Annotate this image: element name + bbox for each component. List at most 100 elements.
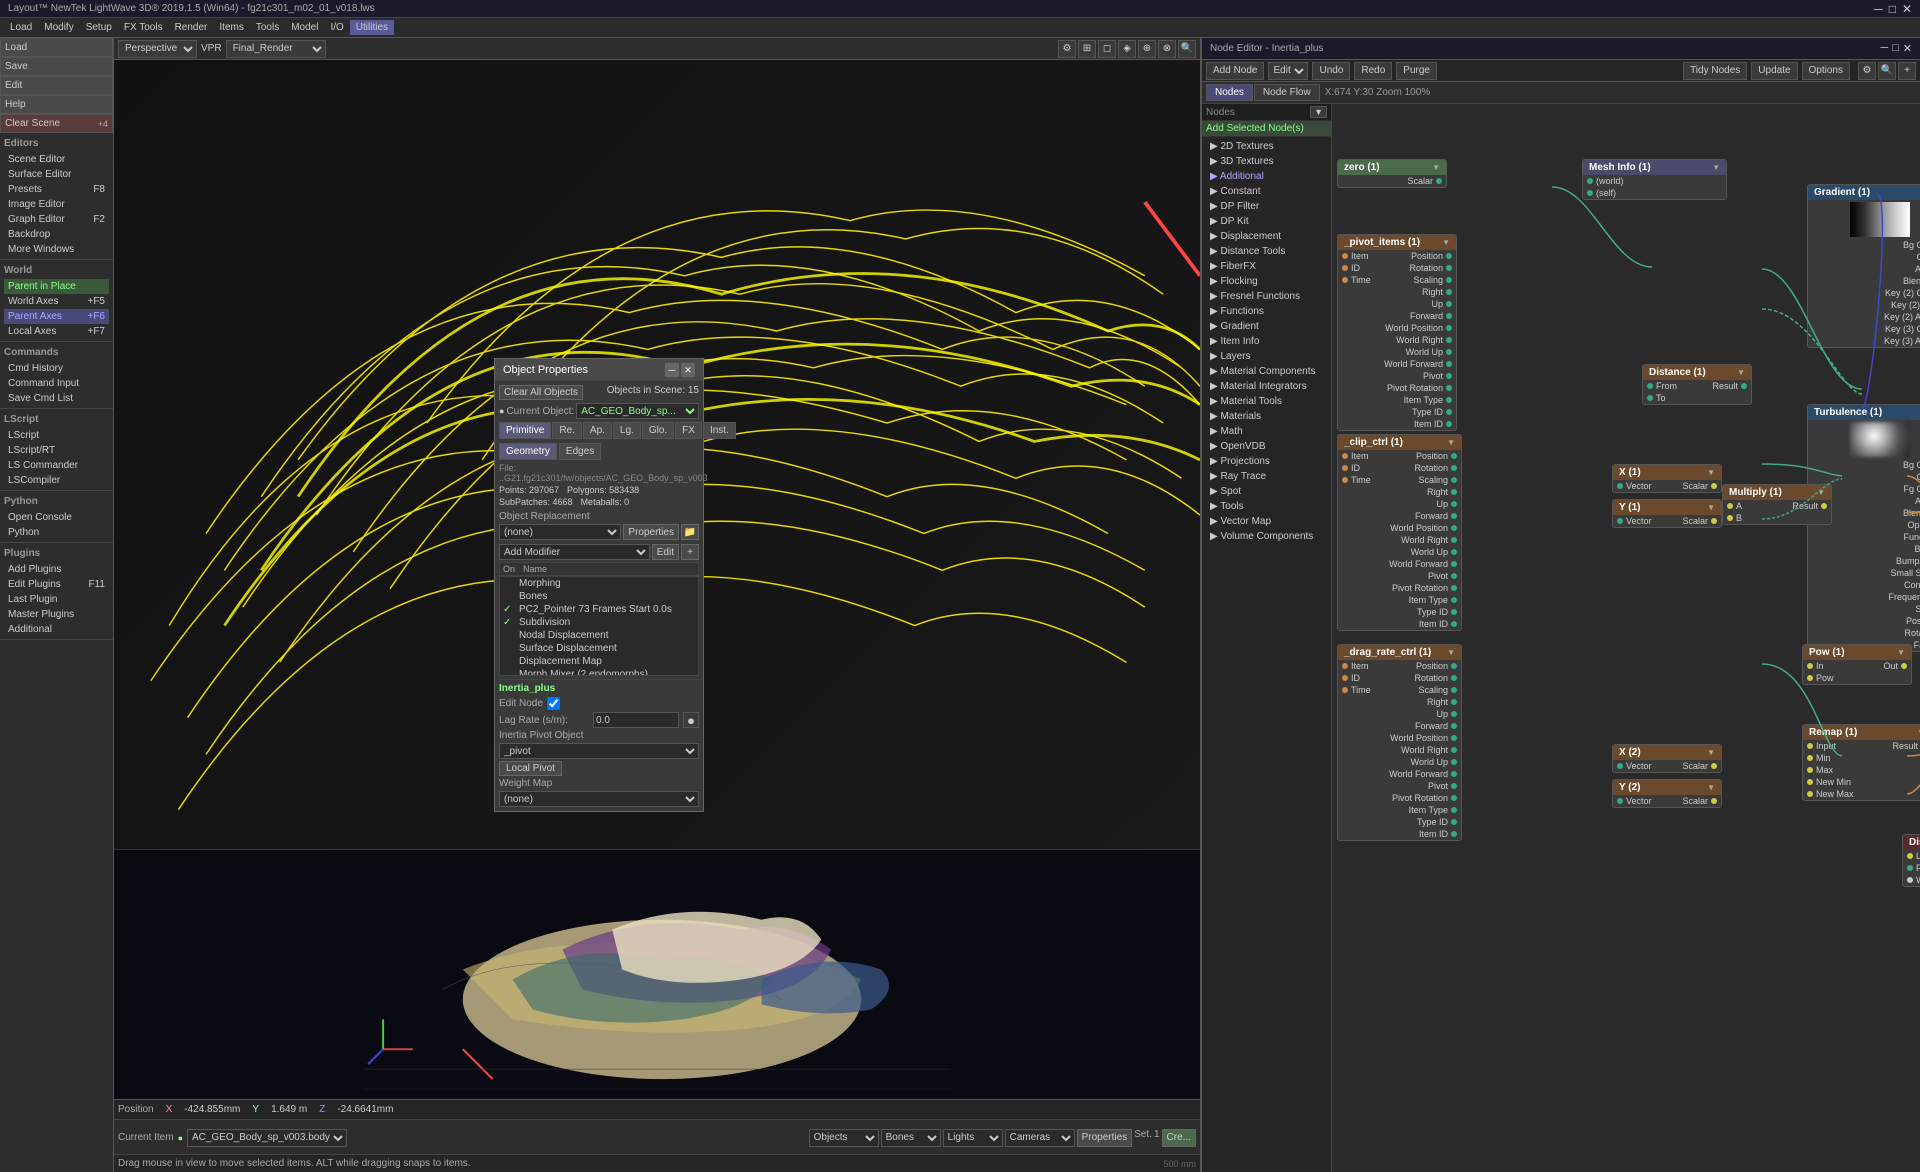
timeline-create-btn[interactable]: Cre... bbox=[1162, 1129, 1196, 1147]
sidebar-lscompiler[interactable]: LSCompiler bbox=[4, 473, 109, 488]
pivot-object-select[interactable]: _pivot bbox=[499, 743, 699, 759]
ne-cat-math[interactable]: ▶ Math bbox=[1202, 424, 1331, 439]
ne-redo-btn[interactable]: Redo bbox=[1354, 62, 1392, 80]
sidebar-command-input[interactable]: Command Input bbox=[4, 376, 109, 391]
tab-inst[interactable]: Inst. bbox=[703, 422, 736, 439]
ne-maximize-btn[interactable]: □ bbox=[1892, 42, 1899, 55]
menu-item-setup[interactable]: Setup bbox=[80, 20, 118, 35]
object-replacement-select[interactable]: (none) bbox=[499, 524, 621, 540]
ne-cat-tools[interactable]: ▶ Tools bbox=[1202, 499, 1331, 514]
render-mode-select[interactable]: Final_Render bbox=[226, 40, 326, 58]
modifier-pc2[interactable]: ✓ PC2_Pointer 73 Frames Start 0.0s bbox=[500, 603, 698, 616]
menu-item-fx-tools[interactable]: FX Tools bbox=[118, 20, 169, 35]
ne-cat-material-integrators[interactable]: ▶ Material Integrators bbox=[1202, 379, 1331, 394]
weight-map-select[interactable]: (none) bbox=[499, 791, 699, 807]
ne-cat-item-info[interactable]: ▶ Item Info bbox=[1202, 334, 1331, 349]
ne-cat-projections[interactable]: ▶ Projections bbox=[1202, 454, 1331, 469]
ne-cat-fresnel[interactable]: ▶ Fresnel Functions bbox=[1202, 289, 1331, 304]
ne-cat-dp-kit[interactable]: ▶ DP Kit bbox=[1202, 214, 1331, 229]
ne-tidy-nodes-btn[interactable]: Tidy Nodes bbox=[1683, 62, 1747, 80]
menu-item-tools[interactable]: Tools bbox=[250, 20, 285, 35]
sidebar-toolbar-save[interactable]: Save bbox=[0, 57, 113, 76]
ne-close-btn[interactable]: ✕ bbox=[1903, 42, 1912, 55]
current-item-select[interactable]: AC_GEO_Body_sp_v003.body bbox=[187, 1129, 347, 1147]
modifier-surface-displacement[interactable]: Surface Displacement bbox=[500, 642, 698, 655]
sidebar-toolbar-edit[interactable]: Edit bbox=[0, 76, 113, 95]
dialog-title-bar[interactable]: Object Properties ─ ✕ bbox=[495, 359, 703, 381]
ne-cat-vector-map[interactable]: ▶ Vector Map bbox=[1202, 514, 1331, 529]
ne-tab-nodeflow[interactable]: Node Flow bbox=[1254, 84, 1320, 101]
sidebar-graph-editor[interactable]: Graph EditorF2 bbox=[4, 212, 109, 227]
ne-minimize-btn[interactable]: ─ bbox=[1880, 42, 1888, 55]
tab-fx[interactable]: FX bbox=[675, 422, 702, 439]
vp-icon-7[interactable]: 🔍 bbox=[1178, 40, 1196, 58]
node-turbulence[interactable]: Turbulence (1) ▼ Bg Color Color Fg Color… bbox=[1807, 404, 1920, 652]
view-mode-select[interactable]: Perspective bbox=[118, 40, 197, 58]
ne-cat-volume-components[interactable]: ▶ Volume Components bbox=[1202, 529, 1331, 544]
ne-cat-spot[interactable]: ▶ Spot bbox=[1202, 484, 1331, 499]
modifier-nodal-displacement[interactable]: Nodal Displacement bbox=[500, 629, 698, 642]
ne-cat-flocking[interactable]: ▶ Flocking bbox=[1202, 274, 1331, 289]
menu-item-model[interactable]: Model bbox=[285, 20, 324, 35]
ne-cat-material-tools[interactable]: ▶ Material Tools bbox=[1202, 394, 1331, 409]
tab-lg[interactable]: Lg. bbox=[613, 422, 641, 439]
lag-rate-input[interactable] bbox=[593, 712, 679, 728]
node-zero[interactable]: zero (1) ▼ Scalar bbox=[1337, 159, 1447, 188]
minimize-btn[interactable]: ─ bbox=[1874, 2, 1883, 16]
node-remap[interactable]: Remap (1) ▼ InputResult Min Max New Min … bbox=[1802, 724, 1920, 801]
ne-cat-dp-filter[interactable]: ▶ DP Filter bbox=[1202, 199, 1331, 214]
node-multiply[interactable]: Multiply (1) ▼ AResult B bbox=[1722, 484, 1832, 525]
sidebar-cmd-history[interactable]: Cmd History bbox=[4, 361, 109, 376]
vp-icon-3[interactable]: ◻ bbox=[1098, 40, 1116, 58]
node-gradient[interactable]: Gradient (1) ▼ Bg Color Color Alpha Blen… bbox=[1807, 184, 1920, 348]
sidebar-presets[interactable]: PresetsF8 bbox=[4, 182, 109, 197]
node-pivot-items[interactable]: _pivot_items (1) ▼ ItemPosition IDRotati… bbox=[1337, 234, 1457, 431]
ne-cat-constant[interactable]: ▶ Constant bbox=[1202, 184, 1331, 199]
modifier-add-btn[interactable]: + bbox=[681, 544, 699, 560]
dialog-minimize-btn[interactable]: ─ bbox=[665, 363, 679, 377]
sidebar-world-axes[interactable]: World Axes+F5 bbox=[4, 294, 109, 309]
sidebar-parent-in-place[interactable]: Parent in Place bbox=[4, 279, 109, 294]
vp-icon-6[interactable]: ⊗ bbox=[1158, 40, 1176, 58]
menu-item-io[interactable]: I/O bbox=[324, 20, 349, 35]
properties-folder-btn[interactable]: 📁 bbox=[681, 524, 699, 540]
ne-cat-openvdb[interactable]: ▶ OpenVDB bbox=[1202, 439, 1331, 454]
tab-ap[interactable]: Ap. bbox=[583, 422, 612, 439]
ne-sidebar-collapse-btn[interactable]: ▼ bbox=[1310, 106, 1327, 118]
vp-icon-2[interactable]: ⊞ bbox=[1078, 40, 1096, 58]
node-y2[interactable]: Y (2) ▼ VectorScalar bbox=[1612, 779, 1722, 808]
ne-cat-distance-tools[interactable]: ▶ Distance Tools bbox=[1202, 244, 1331, 259]
ne-cat-gradient[interactable]: ▶ Gradient bbox=[1202, 319, 1331, 334]
vp-icon-4[interactable]: ◈ bbox=[1118, 40, 1136, 58]
node-x2[interactable]: X (2) ▼ VectorScalar bbox=[1612, 744, 1722, 773]
ne-cat-raytrace[interactable]: ▶ Ray Trace bbox=[1202, 469, 1331, 484]
lights-select[interactable]: Lights bbox=[943, 1129, 1003, 1147]
bones-select[interactable]: Bones bbox=[881, 1129, 941, 1147]
sidebar-edit-plugins[interactable]: Edit PluginsF11 bbox=[4, 577, 109, 592]
dialog-close-btn[interactable]: ✕ bbox=[681, 363, 695, 377]
tab-re[interactable]: Re. bbox=[552, 422, 582, 439]
local-pivot-btn[interactable]: Local Pivot bbox=[499, 761, 562, 776]
ne-add-mode-select[interactable]: Edit bbox=[1268, 62, 1308, 80]
modifier-morph-mixer[interactable]: Morph Mixer (2 endomorphs) bbox=[500, 668, 698, 676]
menu-item-load[interactable]: Load bbox=[4, 20, 38, 35]
modifier-morphing[interactable]: Morphing bbox=[500, 577, 698, 590]
ne-undo-btn[interactable]: Undo bbox=[1312, 62, 1350, 80]
ne-cat-material-components[interactable]: ▶ Material Components bbox=[1202, 364, 1331, 379]
tab-edges[interactable]: Edges bbox=[559, 443, 601, 460]
clear-all-objects-btn[interactable]: Clear All Objects bbox=[499, 385, 583, 400]
menu-item-items[interactable]: Items bbox=[213, 20, 249, 35]
sidebar-lscript[interactable]: LScript bbox=[4, 428, 109, 443]
sidebar-additional[interactable]: Additional bbox=[4, 622, 109, 637]
sidebar-backdrop[interactable]: Backdrop bbox=[4, 227, 109, 242]
node-y1[interactable]: Y (1) ▼ VectorScalar bbox=[1612, 499, 1722, 528]
timeline-properties-btn[interactable]: Properties bbox=[1077, 1129, 1133, 1147]
ne-category-add-selected[interactable]: Add Selected Node(s) bbox=[1202, 121, 1331, 137]
cameras-select[interactable]: Cameras bbox=[1005, 1129, 1075, 1147]
add-modifier-select[interactable]: Add Modifier bbox=[499, 544, 650, 560]
modifier-displacement-map[interactable]: Displacement Map bbox=[500, 655, 698, 668]
sidebar-surface-editor[interactable]: Surface Editor bbox=[4, 167, 109, 182]
tab-geometry[interactable]: Geometry bbox=[499, 443, 557, 460]
sidebar-add-plugins[interactable]: Add Plugins bbox=[4, 562, 109, 577]
ne-cat-displacement[interactable]: ▶ Displacement bbox=[1202, 229, 1331, 244]
